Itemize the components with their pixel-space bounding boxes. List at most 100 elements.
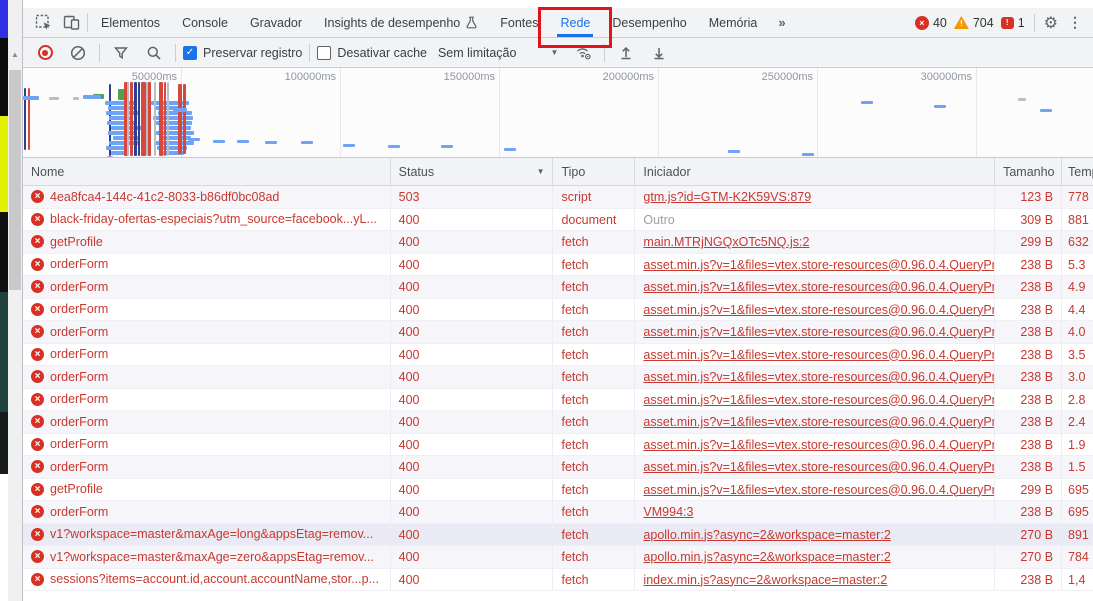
table-row[interactable]: × orderForm 400 fetch asset.min.js?v=1&f…: [23, 434, 1093, 457]
column-header-tempo[interactable]: Tempo: [1062, 158, 1093, 185]
table-row[interactable]: × getProfile 400 fetch asset.min.js?v=1&…: [23, 479, 1093, 502]
tab-desempenho[interactable]: Desempenho: [601, 8, 697, 37]
cell-name[interactable]: × getProfile: [23, 479, 391, 501]
table-row[interactable]: × orderForm 400 fetch asset.min.js?v=1&f…: [23, 366, 1093, 389]
cell-type: fetch: [553, 254, 635, 276]
cell-name[interactable]: × black-friday-ofertas-especiais?utm_sou…: [23, 209, 391, 231]
initiator-link[interactable]: index.min.js?async=2&workspace=master:2: [643, 573, 887, 587]
record-network-log-button[interactable]: [31, 38, 59, 67]
cell-name[interactable]: × orderForm: [23, 254, 391, 276]
scrollbar-thumb[interactable]: [9, 70, 21, 290]
initiator-link[interactable]: apollo.min.js?async=2&workspace=master:2: [643, 528, 890, 542]
cell-name[interactable]: × sessions?items=account.id,account.acco…: [23, 569, 391, 591]
disable-cache-checkbox[interactable]: [317, 46, 331, 60]
table-row[interactable]: × sessions?items=account.id,account.acco…: [23, 569, 1093, 592]
cell-name[interactable]: × v1?workspace=master&maxAge=zero&appsEt…: [23, 546, 391, 568]
cell-name[interactable]: × orderForm: [23, 344, 391, 366]
error-count-badge[interactable]: × 40: [915, 16, 947, 30]
network-conditions-icon[interactable]: [569, 38, 597, 67]
cell-name[interactable]: × orderForm: [23, 456, 391, 478]
preserve-log-checkbox-group[interactable]: ✓ Preservar registro: [183, 46, 302, 60]
table-row[interactable]: × orderForm 400 fetch asset.min.js?v=1&f…: [23, 456, 1093, 479]
cell-initiator: asset.min.js?v=1&files=vtex.store-resour…: [635, 479, 995, 501]
table-row[interactable]: × orderForm 400 fetch asset.min.js?v=1&f…: [23, 299, 1093, 322]
table-row[interactable]: × v1?workspace=master&maxAge=zero&appsEt…: [23, 546, 1093, 569]
throttling-dropdown[interactable]: Sem limitação ▼: [432, 46, 564, 60]
more-options-icon[interactable]: ⋮: [1065, 14, 1085, 31]
column-header-tamanho[interactable]: Tamanho: [995, 158, 1062, 185]
more-tabs-chevron[interactable]: »: [768, 8, 795, 37]
cell-name[interactable]: × orderForm: [23, 276, 391, 298]
tab-rede[interactable]: Rede: [549, 8, 601, 37]
issue-count-badge[interactable]: ! 1: [1001, 16, 1025, 30]
cell-name[interactable]: × v1?workspace=master&maxAge=long&appsEt…: [23, 524, 391, 546]
settings-gear-icon[interactable]: ⚙: [1044, 13, 1058, 33]
initiator-link[interactable]: asset.min.js?v=1&files=vtex.store-resour…: [643, 258, 995, 272]
network-overview-timeline[interactable]: 50000ms100000ms150000ms200000ms250000ms3…: [23, 68, 1093, 158]
initiator-link[interactable]: asset.min.js?v=1&files=vtex.store-resour…: [643, 370, 995, 384]
waterfall-bar: [934, 105, 946, 108]
search-icon[interactable]: [140, 38, 168, 67]
table-row[interactable]: × v1?workspace=master&maxAge=long&appsEt…: [23, 524, 1093, 547]
table-row[interactable]: × getProfile 400 fetch main.MTRjNGQxOTc5…: [23, 231, 1093, 254]
export-har-icon[interactable]: [645, 38, 673, 67]
cell-name[interactable]: × orderForm: [23, 389, 391, 411]
page-edge-segment: [0, 116, 8, 212]
cell-name[interactable]: × orderForm: [23, 411, 391, 433]
error-icon: ×: [31, 460, 44, 473]
cell-name[interactable]: × orderForm: [23, 501, 391, 523]
warning-count-badge[interactable]: ! 704: [954, 16, 994, 30]
import-har-icon[interactable]: [612, 38, 640, 67]
disable-cache-checkbox-group[interactable]: Desativar cache: [317, 46, 427, 60]
table-row[interactable]: × orderForm 400 fetch asset.min.js?v=1&f…: [23, 389, 1093, 412]
tab-fontes[interactable]: Fontes: [489, 8, 549, 37]
tab-mem-ria[interactable]: Memória: [698, 8, 769, 37]
table-row[interactable]: × 4ea8fca4-144c-41c2-8033-b86df0bc08ad 5…: [23, 186, 1093, 209]
tab-elementos[interactable]: Elementos: [90, 8, 171, 37]
cell-size: 238 B: [995, 569, 1062, 591]
column-header-iniciador[interactable]: Iniciador: [635, 158, 995, 185]
cell-name[interactable]: × getProfile: [23, 231, 391, 253]
column-header-status[interactable]: Status▼: [391, 158, 554, 185]
cell-size: 238 B: [995, 411, 1062, 433]
cell-name[interactable]: × orderForm: [23, 366, 391, 388]
initiator-link[interactable]: asset.min.js?v=1&files=vtex.store-resour…: [643, 303, 995, 317]
initiator-link[interactable]: asset.min.js?v=1&files=vtex.store-resour…: [643, 483, 995, 497]
tab-console[interactable]: Console: [171, 8, 239, 37]
initiator-link[interactable]: asset.min.js?v=1&files=vtex.store-resour…: [643, 348, 995, 362]
page-scrollbar[interactable]: ▲: [8, 0, 22, 601]
cell-name[interactable]: × orderForm: [23, 434, 391, 456]
initiator-link[interactable]: apollo.min.js?async=2&workspace=master:2: [643, 550, 890, 564]
initiator-link[interactable]: asset.min.js?v=1&files=vtex.store-resour…: [643, 280, 995, 294]
initiator-link[interactable]: gtm.js?id=GTM-K2K59VS:879: [643, 190, 811, 204]
table-row[interactable]: × orderForm 400 fetch asset.min.js?v=1&f…: [23, 321, 1093, 344]
waterfall-bar: [265, 141, 277, 144]
cell-name[interactable]: × orderForm: [23, 299, 391, 321]
table-row[interactable]: × black-friday-ofertas-especiais?utm_sou…: [23, 209, 1093, 232]
table-row[interactable]: × orderForm 400 fetch asset.min.js?v=1&f…: [23, 276, 1093, 299]
initiator-link[interactable]: main.MTRjNGQxOTc5NQ.js:2: [643, 235, 809, 249]
tab-insights-de-desempenho[interactable]: Insights de desempenho: [313, 8, 489, 37]
initiator-link[interactable]: asset.min.js?v=1&files=vtex.store-resour…: [643, 393, 995, 407]
clear-network-log-button[interactable]: [64, 38, 92, 67]
preserve-log-checkbox[interactable]: ✓: [183, 46, 197, 60]
initiator-link[interactable]: asset.min.js?v=1&files=vtex.store-resour…: [643, 325, 995, 339]
initiator-link[interactable]: asset.min.js?v=1&files=vtex.store-resour…: [643, 438, 995, 452]
device-toolbar-icon[interactable]: [57, 8, 85, 37]
table-row[interactable]: × orderForm 400 fetch asset.min.js?v=1&f…: [23, 254, 1093, 277]
table-row[interactable]: × orderForm 400 fetch asset.min.js?v=1&f…: [23, 344, 1093, 367]
table-row[interactable]: × orderForm 400 fetch VM994:3 238 B 695: [23, 501, 1093, 524]
requests-table-header[interactable]: NomeStatus▼TipoIniciadorTamanhoTempo: [23, 158, 1093, 186]
inspect-element-icon[interactable]: [29, 8, 57, 37]
column-header-nome[interactable]: Nome: [23, 158, 391, 185]
initiator-link[interactable]: VM994:3: [643, 505, 693, 519]
table-row[interactable]: × orderForm 400 fetch asset.min.js?v=1&f…: [23, 411, 1093, 434]
tab-gravador[interactable]: Gravador: [239, 8, 313, 37]
initiator-link[interactable]: asset.min.js?v=1&files=vtex.store-resour…: [643, 460, 995, 474]
initiator-link[interactable]: asset.min.js?v=1&files=vtex.store-resour…: [643, 415, 995, 429]
cell-name[interactable]: × 4ea8fca4-144c-41c2-8033-b86df0bc08ad: [23, 186, 391, 208]
cell-name[interactable]: × orderForm: [23, 321, 391, 343]
filter-icon[interactable]: [107, 38, 135, 67]
column-header-tipo[interactable]: Tipo: [553, 158, 635, 185]
scrollbar-up-arrow[interactable]: ▲: [8, 50, 22, 59]
